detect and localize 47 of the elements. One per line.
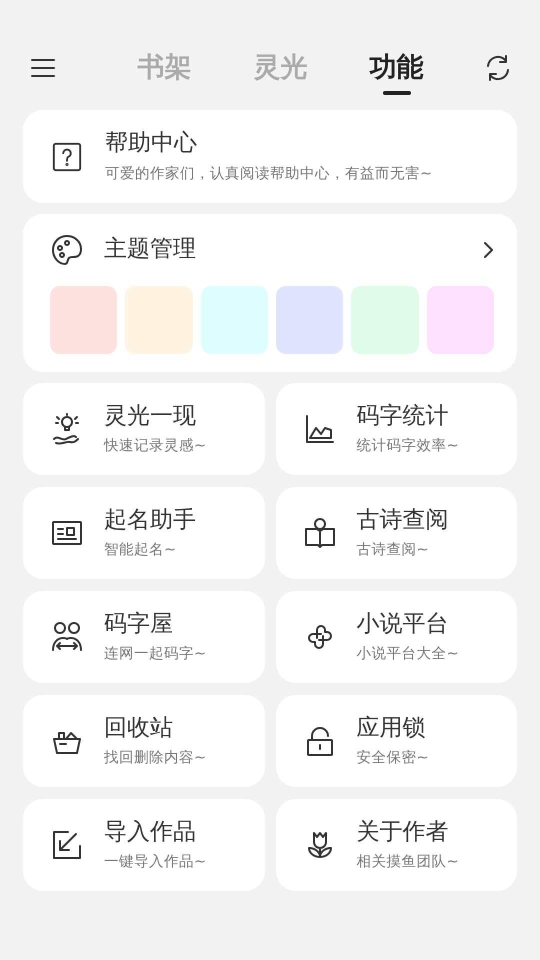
feature-subtitle: 快速记录灵感~ (104, 437, 206, 456)
feature-title: 古诗查阅 (356, 506, 448, 534)
feature-subtitle: 小说平台大全~ (356, 645, 459, 664)
people-icon (50, 620, 84, 654)
feature-subtitle: 连网一起码字~ (104, 644, 206, 664)
feature-title: 灵光一现 (104, 402, 197, 430)
feature-subtitle: 一键导入作品~ (104, 853, 206, 872)
feature-subtitle: 找回删除内容~ (104, 748, 206, 768)
feature-card[interactable]: 应用锁 安全保密~ (276, 695, 517, 787)
theme-swatch[interactable] (200, 286, 268, 354)
feature-card[interactable]: 关于作者 相关摸鱼团队~ (276, 799, 517, 891)
theme-swatch[interactable] (276, 286, 344, 354)
palette-icon (50, 232, 84, 266)
feature-card[interactable]: 灵光一现 快速记录灵感~ (23, 383, 264, 475)
feature-card[interactable]: 古诗查阅 古诗查阅~ (276, 487, 517, 579)
theme-title: 主题管理 (104, 236, 196, 264)
feature-card[interactable]: 回收站 找回删除内容~ (23, 695, 264, 787)
feature-card[interactable]: 起名助手 智能起名~ (23, 487, 264, 579)
help-card[interactable]: 帮助中心 可爱的作家们，认真阅读帮助中心，有益而无害~ (23, 110, 517, 203)
theme-swatch[interactable] (50, 286, 118, 354)
help-subtitle: 可爱的作家们，认真阅读帮助中心，有益而无害~ (105, 164, 432, 183)
import-icon (50, 828, 84, 862)
feature-card[interactable]: 码字屋 连网一起码字~ (23, 591, 264, 683)
feature-subtitle: 智能起名~ (104, 541, 178, 560)
help-title: 帮助中心 (105, 130, 198, 158)
feature-card[interactable]: 导入作品 一键导入作品~ (23, 799, 264, 891)
feature-title: 回收站 (104, 714, 174, 742)
theme-swatch[interactable] (125, 286, 193, 354)
feature-card[interactable]: 码字统计 统计码字效率~ (276, 383, 517, 475)
feature-subtitle: 相关摸鱼团队~ (356, 853, 459, 872)
feature-card[interactable]: 小说平台 小说平台大全~ (276, 591, 517, 683)
feature-title: 起名助手 (104, 506, 196, 534)
question-icon (51, 140, 83, 172)
feature-subtitle: 统计码字效率~ (356, 436, 459, 456)
feature-title: 导入作品 (104, 818, 197, 846)
chevron-right-icon[interactable] (482, 240, 494, 260)
feature-subtitle: 古诗查阅~ (356, 541, 430, 560)
theme-swatch[interactable] (351, 286, 419, 354)
feature-title: 码字屋 (104, 610, 174, 638)
theme-swatch[interactable] (426, 286, 494, 354)
feature-title: 关于作者 (356, 818, 450, 846)
feature-title: 码字统计 (356, 402, 450, 430)
feature-title: 应用锁 (356, 714, 426, 742)
tab[interactable]: 功能 (370, 48, 424, 94)
feature-title: 小说平台 (356, 610, 450, 638)
feature-subtitle: 安全保密~ (356, 748, 429, 768)
book-reader-icon (302, 516, 336, 550)
